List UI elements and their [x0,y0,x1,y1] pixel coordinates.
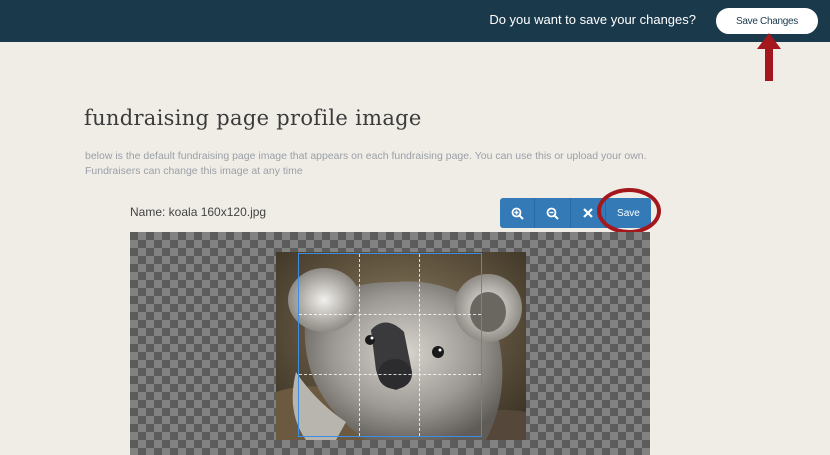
crop-guide-vertical [359,254,361,436]
crop-guide-vertical [419,254,421,436]
zoom-out-icon [546,207,559,220]
section-description: below is the default fundraising page im… [85,150,647,177]
close-icon [582,208,593,218]
image-file-name: Name: koala 160x120.jpg [130,205,267,219]
image-crop-canvas[interactable] [130,232,650,455]
crop-selection-box[interactable] [298,253,482,437]
section-title: fundraising page profile image [84,106,422,130]
crop-guide-horizontal [299,374,481,376]
zoom-in-icon [511,207,524,220]
annotation-circle [597,188,661,234]
zoom-in-button[interactable] [500,198,536,228]
top-save-bar: Do you want to save your changes? Save C… [0,0,830,42]
annotation-arrow-icon [757,33,781,81]
zoom-out-button[interactable] [535,198,571,228]
save-changes-button[interactable]: Save Changes [716,8,818,34]
crop-guide-horizontal [299,314,481,316]
unsaved-changes-prompt: Do you want to save your changes? [489,12,696,27]
